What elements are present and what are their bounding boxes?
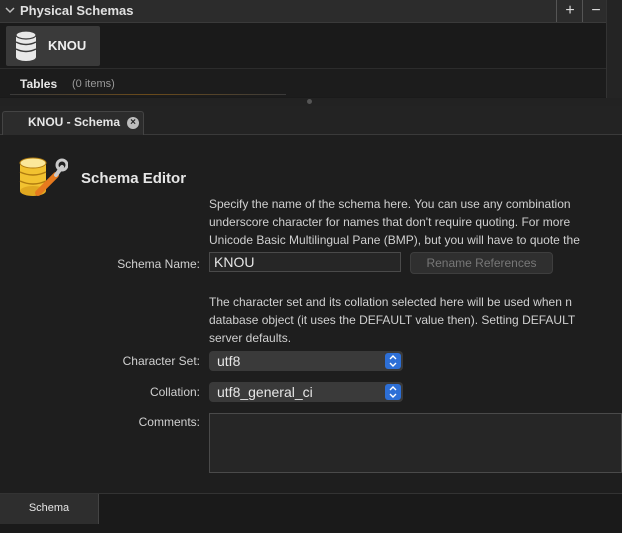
charset-value: utf8 [217, 353, 241, 369]
description-line: The character set and its collation sele… [209, 295, 572, 309]
description-line: underscore character for names that don'… [209, 215, 571, 229]
schema-name-description: Specify the name of the schema here. You… [209, 195, 580, 249]
updown-arrows-icon[interactable] [385, 353, 401, 369]
schema-editor-icon [16, 155, 69, 201]
divider [556, 0, 557, 22]
schema-name-input[interactable] [209, 252, 401, 272]
splitter-handle[interactable] [307, 99, 312, 104]
chevron-down-icon[interactable] [4, 3, 16, 17]
schema-tile-label: KNOU [48, 38, 87, 53]
tables-label[interactable]: Tables [20, 77, 57, 91]
close-icon[interactable]: × [127, 117, 139, 129]
description-line: Unicode Basic Multilingual Pane (BMP), b… [209, 233, 580, 247]
charset-label: Character Set: [122, 354, 200, 368]
remove-schema-button[interactable]: − [586, 1, 606, 21]
charset-select[interactable]: utf8 [209, 351, 403, 371]
charset-description: The character set and its collation sele… [209, 293, 575, 347]
divider [582, 0, 583, 22]
tables-underline [10, 94, 286, 95]
updown-arrows-icon[interactable] [385, 384, 401, 400]
tab-label[interactable]: KNOU - Schema [28, 115, 120, 129]
tab-schema-label[interactable]: Schema [0, 502, 98, 514]
tables-count: (0 items) [72, 78, 115, 90]
collation-label: Collation: [149, 385, 200, 399]
description-line: server defaults. [209, 331, 292, 345]
collation-select[interactable]: utf8_general_ci [209, 382, 403, 402]
rename-references-button[interactable]: Rename References [410, 252, 553, 274]
collation-value: utf8_general_ci [217, 384, 313, 400]
schema-name-label: Schema Name: [117, 257, 200, 271]
description-line: Specify the name of the schema here. You… [209, 197, 571, 211]
scrollbar[interactable] [606, 0, 622, 100]
physical-schemas-title: Physical Schemas [20, 3, 134, 18]
comments-label: Comments: [138, 415, 200, 429]
description-line: database object (it uses the DEFAULT val… [209, 313, 576, 327]
editor-title: Schema Editor [81, 170, 187, 187]
database-icon [13, 30, 39, 67]
comments-textarea[interactable] [209, 413, 622, 473]
add-schema-button[interactable]: + [560, 1, 580, 21]
